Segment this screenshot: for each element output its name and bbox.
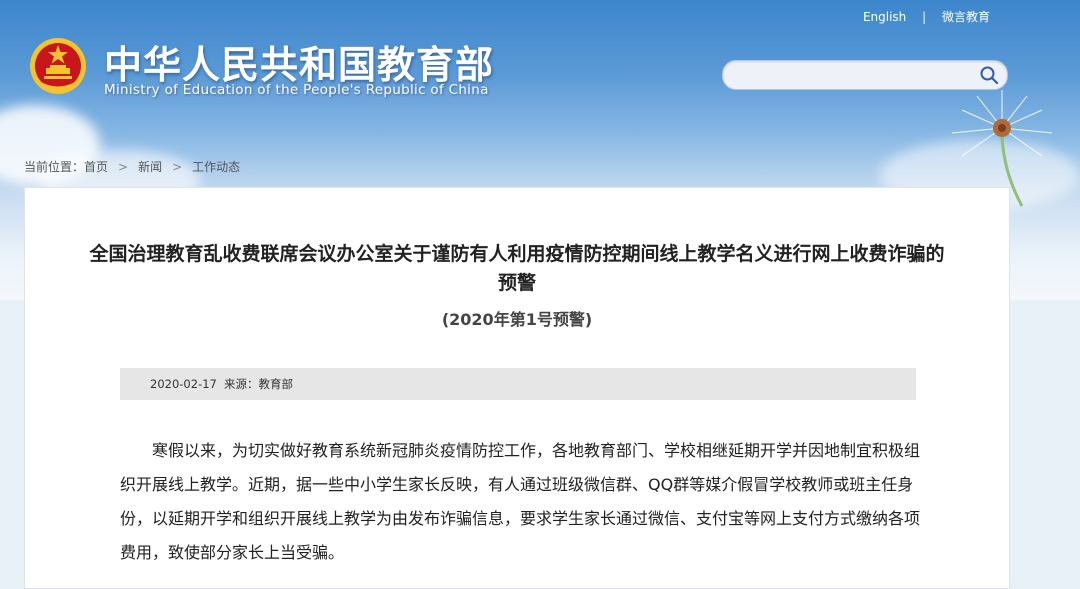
search-box[interactable] xyxy=(722,60,1008,90)
link-separator: | xyxy=(922,10,927,24)
article-title: 全国治理教育乱收费联席会议办公室关于谨防有人利用疫情防控期间线上教学名义进行网上… xyxy=(89,243,945,294)
breadcrumb-prefix: 当前位置： xyxy=(24,160,85,174)
top-links: English | 微言教育 xyxy=(863,8,990,25)
breadcrumb-home[interactable]: 首页 xyxy=(84,160,108,174)
article-date: 2020-02-17 xyxy=(150,377,217,391)
breadcrumb: 当前位置：首页 > 新闻 > 工作动态 xyxy=(24,158,240,175)
national-emblem-icon xyxy=(30,38,86,94)
search-icon[interactable] xyxy=(979,65,999,85)
article-source: 来源：教育部 xyxy=(224,377,293,391)
breadcrumb-news[interactable]: 新闻 xyxy=(138,160,162,174)
article-meta: 2020-02-17 来源：教育部 xyxy=(120,368,916,400)
article-subtitle: (2020年第1号预警) xyxy=(441,310,593,329)
breadcrumb-work-updates[interactable]: 工作动态 xyxy=(192,160,240,174)
site-subtitle: Ministry of Education of the People's Re… xyxy=(104,82,489,98)
english-link[interactable]: English xyxy=(863,10,906,24)
breadcrumb-separator: > xyxy=(118,160,129,174)
site-title[interactable]: 中华人民共和国教育部 xyxy=(104,34,494,89)
article-body: 寒假以来，为切实做好教育系统新冠肺炎疫情防控工作，各地教育部门、学校相继延期开学… xyxy=(120,441,921,562)
search-input[interactable] xyxy=(735,65,979,87)
breadcrumb-separator: > xyxy=(172,160,183,174)
weibo-link[interactable]: 微言教育 xyxy=(942,8,990,25)
article-card: 全国治理教育乱收费联席会议办公室关于谨防有人利用疫情防控期间线上教学名义进行网上… xyxy=(24,187,1010,589)
